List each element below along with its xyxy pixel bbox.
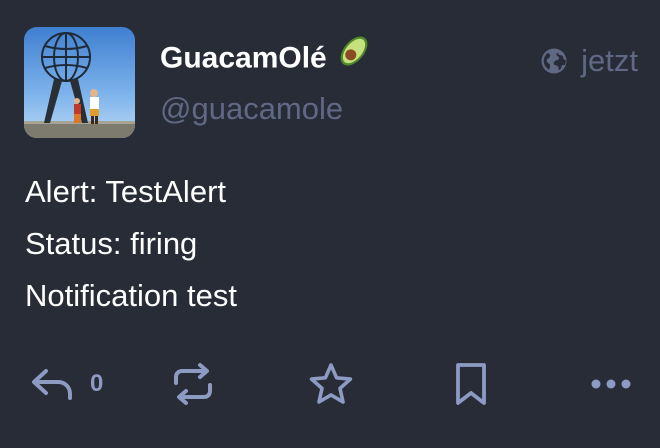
reply-button[interactable]: 0 [30, 356, 103, 412]
avatar[interactable] [24, 27, 135, 138]
ellipsis-icon [590, 377, 632, 391]
star-icon [307, 361, 355, 407]
avocado-emoji [335, 32, 373, 81]
more-button[interactable] [590, 356, 632, 412]
display-name-text: GuacamOlé [160, 41, 327, 75]
content-line: Alert: TestAlert [25, 174, 227, 209]
boost-icon [170, 361, 216, 407]
content-line: Notification test [25, 278, 237, 313]
account-handle[interactable]: @guacamole [160, 89, 343, 129]
reply-count: 0 [90, 370, 104, 397]
reply-icon [30, 367, 76, 401]
bookmark-icon [451, 361, 491, 407]
action-bar: 0 [0, 356, 660, 412]
display-name[interactable]: GuacamOlé [160, 36, 373, 81]
avatar-image [24, 27, 135, 138]
favourite-button[interactable] [307, 356, 355, 412]
status-content: Alert: TestAlert Status: firing Notifica… [25, 166, 635, 322]
status-card: GuacamOlé @guacamole jetzt Alert: TestAl… [0, 0, 660, 448]
timestamp[interactable]: jetzt [581, 41, 638, 81]
content-line: Status: firing [25, 226, 198, 261]
status-meta: jetzt [539, 41, 638, 81]
bookmark-button[interactable] [451, 356, 491, 412]
boost-button[interactable] [170, 356, 216, 412]
globe-icon [539, 46, 569, 76]
